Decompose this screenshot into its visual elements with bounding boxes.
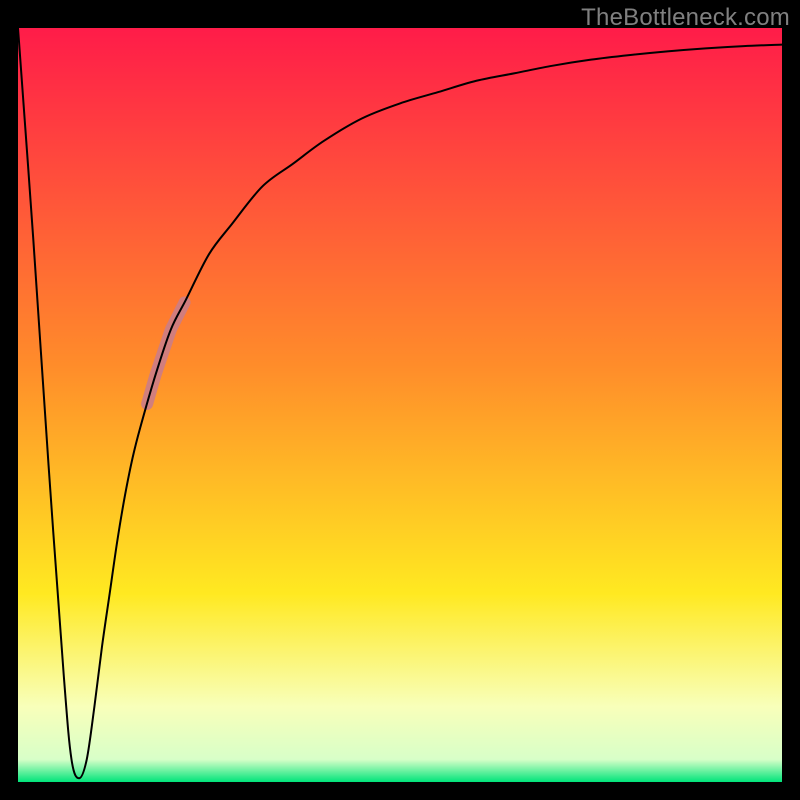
chart-frame: TheBottleneck.com — [0, 0, 800, 800]
watermark-text: TheBottleneck.com — [581, 4, 790, 32]
gradient-background — [18, 28, 782, 782]
chart-svg — [18, 28, 782, 782]
plot-area — [18, 28, 782, 782]
